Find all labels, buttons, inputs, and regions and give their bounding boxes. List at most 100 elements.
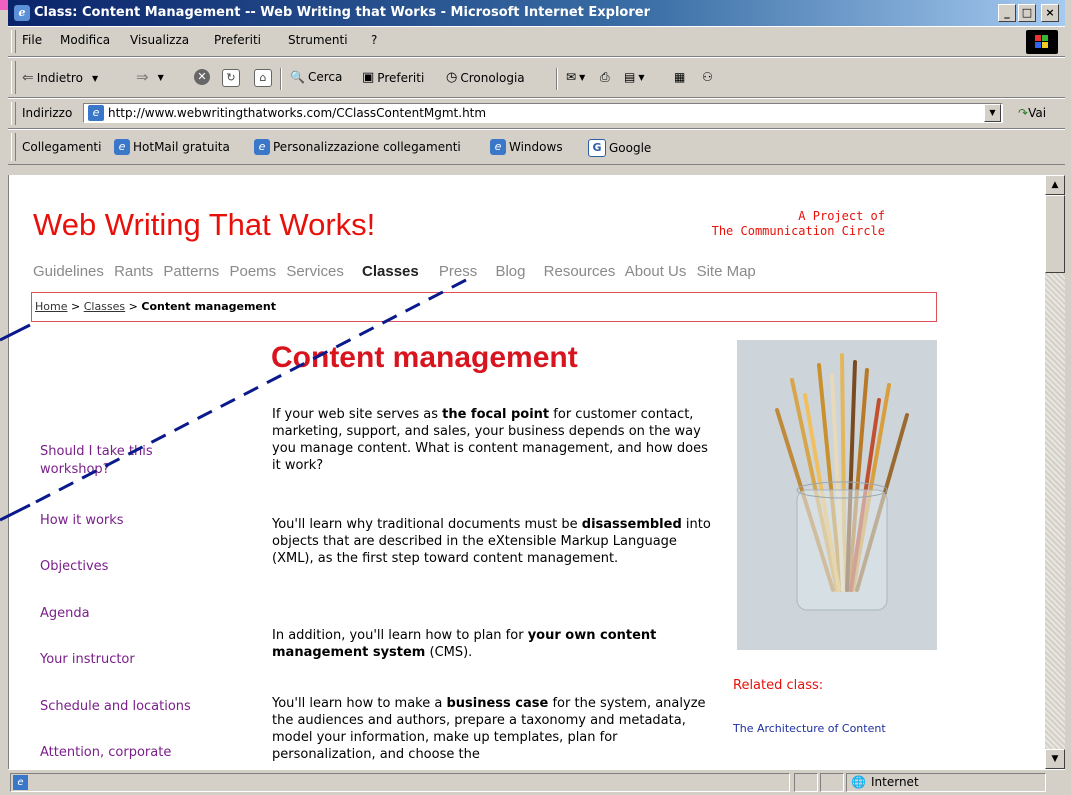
maximize-button[interactable]: □ [1018, 4, 1036, 22]
back-arrow-icon: ⇐ [22, 70, 34, 86]
address-grip[interactable] [11, 102, 16, 125]
nav-site-map[interactable]: Site Map [697, 263, 756, 280]
window-title-bar[interactable]: e Class: Content Management -- Web Writi… [8, 0, 1065, 26]
menu-file[interactable]: File [22, 33, 42, 47]
nav-patterns[interactable]: Patterns [163, 263, 219, 280]
edit-button[interactable]: ▤ ▼ [624, 70, 645, 84]
search-button[interactable]: 🔍 Cerca [290, 70, 342, 84]
project-credit: A Project of The Communication Circle [649, 209, 885, 239]
status-panel [794, 773, 818, 792]
link-hotmail[interactable]: e HotMail gratuita [114, 139, 230, 155]
print-button[interactable]: ⎙ [600, 70, 610, 85]
intro-paragraph: If your web site serves as the focal poi… [272, 407, 708, 473]
sidebar-link-agenda[interactable]: Agenda [40, 605, 90, 623]
breadcrumb-home[interactable]: Home [35, 300, 67, 313]
breadcrumb-classes[interactable]: Classes [84, 300, 125, 313]
home-button[interactable]: ⌂ [254, 69, 272, 87]
link-google[interactable]: G Google [588, 139, 651, 157]
security-zone-label: Internet [871, 775, 919, 789]
discuss-icon: ▦ [674, 70, 686, 84]
sidebar-link-schedule[interactable]: Schedule and locations [40, 698, 191, 716]
nav-press[interactable]: Press [439, 263, 477, 280]
status-panel [820, 773, 844, 792]
go-button[interactable]: ↷Vai [1018, 106, 1046, 120]
site-title[interactable]: Web Writing That Works! [33, 207, 375, 243]
vertical-scrollbar[interactable]: ▲ ▼ [1045, 175, 1065, 769]
links-label: Collegamenti [22, 140, 102, 154]
sidebar-link-objectives[interactable]: Objectives [40, 558, 108, 576]
history-button[interactable]: ◷ Cronologia [446, 70, 525, 85]
project-line2[interactable]: The Communication Circle [649, 224, 885, 239]
nav-rants[interactable]: Rants [114, 263, 153, 280]
link-personalizzazione[interactable]: e Personalizzazione collegamenti [254, 139, 461, 155]
breadcrumb-separator: > [70, 300, 81, 313]
nav-services[interactable]: Services [286, 263, 344, 280]
search-icon: 🔍 [290, 70, 305, 84]
standard-toolbar: ⇐ Indietro ▼ ⇒ ▼ ✕ ↻ ⌂ 🔍 Cerca ▣ Preferiti… [8, 57, 1065, 98]
sidebar-link-corporate[interactable]: Attention, corporate [40, 744, 171, 762]
scroll-up-button[interactable]: ▲ [1045, 175, 1065, 195]
disassembly-paragraph: You'll learn why traditional documents m… [272, 517, 711, 566]
address-bar: Indirizzo e http://www.webwritingthatwor… [8, 98, 1065, 129]
mail-icon: ✉ [566, 70, 577, 84]
mail-button[interactable]: ✉ ▼ [566, 70, 585, 84]
sidebar-link-instructor[interactable]: Your instructor [40, 651, 135, 669]
refresh-button[interactable]: ↻ [222, 69, 240, 87]
stop-button[interactable]: ✕ [194, 69, 210, 85]
favorites-button[interactable]: ▣ Preferiti [362, 70, 424, 85]
nav-about-us[interactable]: About Us [625, 263, 687, 280]
address-dropdown-button[interactable]: ▼ [984, 104, 1001, 122]
menu-grip[interactable] [11, 30, 16, 53]
nav-resources[interactable]: Resources [544, 263, 616, 280]
go-label: Vai [1028, 106, 1047, 120]
menu-preferiti[interactable]: Preferiti [214, 33, 261, 47]
ie-page-icon: e [254, 139, 270, 155]
sidebar-link-how-it-works[interactable]: How it works [40, 512, 124, 530]
back-button[interactable]: ⇐ Indietro ▼ [22, 70, 98, 86]
link-windows[interactable]: e Windows [490, 139, 563, 155]
breadcrumb-current: Content management [141, 300, 276, 313]
search-label: Cerca [307, 70, 343, 84]
menu-visualizza[interactable]: Visualizza [130, 33, 189, 47]
links-grip[interactable] [11, 133, 16, 161]
project-line1: A Project of [798, 209, 885, 223]
nav-poems[interactable]: Poems [229, 263, 276, 280]
scroll-thumb[interactable] [1045, 195, 1065, 273]
toolbar-grip[interactable] [11, 61, 16, 94]
business-case-paragraph: You'll learn how to make a business case… [272, 696, 706, 762]
related-class-link[interactable]: The Architecture of Content [733, 722, 886, 735]
address-input[interactable]: e http://www.webwritingthatworks.com/CCl… [83, 103, 1003, 123]
link-google-label: Google [609, 141, 652, 155]
chevron-down-icon: ▼ [157, 72, 164, 82]
windows-logo-icon [1026, 30, 1058, 54]
menu-help[interactable]: ? [371, 33, 377, 47]
address-label: Indirizzo [22, 106, 73, 120]
discuss-button[interactable]: ▦ [674, 70, 685, 84]
go-arrow-icon: ↷ [1018, 106, 1029, 120]
menu-strumenti[interactable]: Strumenti [288, 33, 348, 47]
window-title: Class: Content Management -- Web Writing… [34, 5, 650, 20]
nav-blog[interactable]: Blog [495, 263, 525, 280]
edit-icon: ▤ [624, 70, 636, 84]
history-label: Cronologia [460, 70, 525, 85]
pencil-jar-photo [737, 340, 937, 650]
minimize-button[interactable]: _ [998, 4, 1016, 22]
page-icon: e [88, 105, 104, 121]
security-zone-panel: 🌐 Internet [846, 773, 1046, 792]
nav-guidelines[interactable]: Guidelines [33, 263, 104, 280]
printer-icon: ⎙ [600, 70, 610, 84]
page-status-icon: e [13, 775, 28, 790]
toolbar-separator [280, 68, 282, 90]
close-button[interactable]: × [1041, 4, 1059, 22]
menu-modifica[interactable]: Modifica [60, 33, 110, 47]
page-viewport[interactable]: Web Writing That Works! A Project of The… [8, 175, 1046, 769]
forward-button[interactable]: ⇒ ▼ [136, 68, 164, 86]
related-class-label: Related class: [733, 678, 824, 693]
scroll-down-button[interactable]: ▼ [1045, 749, 1065, 769]
chevron-down-icon: ▼ [91, 73, 99, 83]
nav-classes[interactable]: Classes [362, 263, 419, 280]
home-icon: ⌂ [254, 69, 272, 87]
address-url: http://www.webwritingthatworks.com/CClas… [108, 106, 487, 120]
sidebar-link-should-i-take[interactable]: Should I take this workshop? [40, 443, 190, 479]
messenger-button[interactable]: ⚇ [702, 70, 713, 84]
